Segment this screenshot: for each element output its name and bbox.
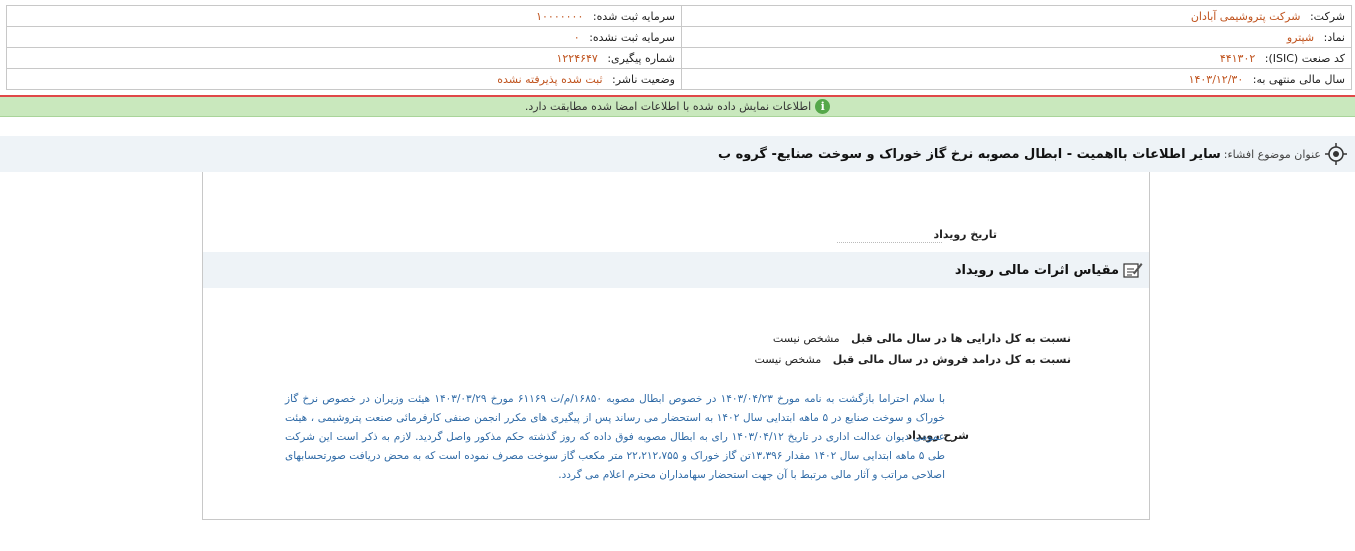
disclosure-panel: تاریخ رویداد مقیاس اثرات مالی رویداد نسب… <box>202 172 1150 520</box>
info-icon: i <box>815 99 831 114</box>
registered-capital-cell: سرمایه ثبت شده: ۱۰۰۰۰۰۰۰ <box>6 5 682 27</box>
financial-effects-header: مقیاس اثرات مالی رویداد <box>203 252 1149 288</box>
event-date-value <box>837 242 942 243</box>
tracking-cell: شماره پیگیری: ۱۲۲۴۶۴۷ <box>6 47 682 69</box>
isic-cell: کد صنعت (ISIC): ۴۴۱۳۰۲ <box>681 47 1352 69</box>
verification-message: اطلاعات نمایش داده شده با اطلاعات امضا ش… <box>524 100 812 113</box>
fiscal-year-value: ۱۴۰۳/۱۲/۳۰ <box>1188 72 1244 86</box>
isic-value: ۴۴۱۳۰۲ <box>1219 51 1256 65</box>
publisher-status-value: ثبت شده پذیرفته نشده <box>497 72 603 86</box>
disclosure-title-bar: عنوان موضوع افشاء: سایر اطلاعات بااهمیت … <box>0 136 1355 172</box>
unregistered-capital-label: سرمایه ثبت نشده: <box>589 30 675 44</box>
ratio-assets-row: نسبت به کل دارایی ها در سال مالی قبل مشخ… <box>773 332 1071 345</box>
company-info-table: شرکت: شرکت پتروشیمی آبادان سرمایه ثبت شد… <box>6 5 1352 90</box>
symbol-cell: نماد: شپترو <box>681 26 1352 48</box>
registered-capital-label: سرمایه ثبت شده: <box>592 9 675 23</box>
edit-icon <box>1123 263 1143 278</box>
unregistered-capital-value: ۰ <box>573 30 580 44</box>
isic-label: کد صنعت (ISIC): <box>1264 51 1345 65</box>
publisher-status-cell: وضعیت ناشر: ثبت شده پذیرفته نشده <box>6 68 682 90</box>
publisher-status-label: وضعیت ناشر: <box>612 72 675 86</box>
ratio-sales-label: نسبت به کل درامد فروش در سال مالی قبل <box>832 353 1071 366</box>
unregistered-capital-cell: سرمایه ثبت نشده: ۰ <box>6 26 682 48</box>
company-value: شرکت پتروشیمی آبادان <box>1190 9 1301 23</box>
symbol-value: شپترو <box>1286 30 1315 44</box>
subject-label: عنوان موضوع افشاء: <box>1223 147 1321 161</box>
fiscal-year-cell: سال مالی منتهی به: ۱۴۰۳/۱۲/۳۰ <box>681 68 1352 90</box>
event-date-label: تاریخ رویداد <box>933 228 997 241</box>
fiscal-year-label: سال مالی منتهی به: <box>1252 72 1345 86</box>
ratio-assets-value: مشخص نیست <box>772 332 840 345</box>
subject-title: سایر اطلاعات بااهمیت - ابطال مصوبه نرخ گ… <box>718 146 1221 162</box>
ratio-sales-row: نسبت به کل درامد فروش در سال مالی قبل مش… <box>754 353 1071 366</box>
verification-notice: i اطلاعات نمایش داده شده با اطلاعات امضا… <box>0 97 1355 117</box>
tracking-value: ۱۲۲۴۶۴۷ <box>556 51 598 65</box>
ratio-sales-value: مشخص نیست <box>754 353 822 366</box>
target-icon <box>1325 143 1347 165</box>
ratio-assets-label: نسبت به کل دارایی ها در سال مالی قبل <box>851 332 1071 345</box>
company-label: شرکت: <box>1309 9 1345 23</box>
symbol-label: نماد: <box>1323 30 1345 44</box>
financial-effects-title: مقیاس اثرات مالی رویداد <box>954 262 1119 278</box>
description-text: با سلام احتراما بازگشت به نامه مورخ ۱۴۰۳… <box>285 393 946 481</box>
company-cell: شرکت: شرکت پتروشیمی آبادان <box>681 5 1352 27</box>
registered-capital-value: ۱۰۰۰۰۰۰۰ <box>536 9 584 23</box>
tracking-label: شماره پیگیری: <box>607 51 675 65</box>
